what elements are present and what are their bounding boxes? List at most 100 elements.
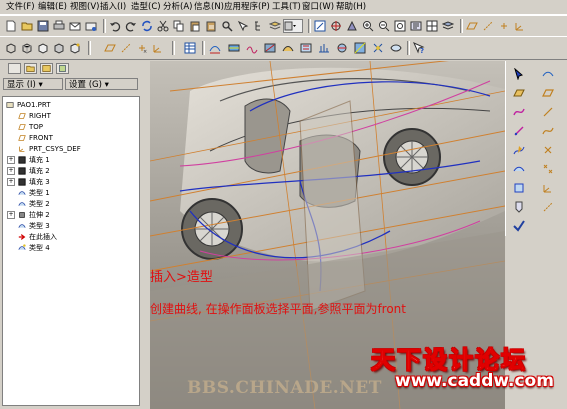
style-toolbar-left bbox=[505, 61, 533, 236]
analysis-7-icon[interactable] bbox=[317, 41, 331, 55]
find-icon[interactable] bbox=[220, 19, 234, 33]
datum-axis-display-icon[interactable] bbox=[481, 19, 495, 33]
copy-icon[interactable] bbox=[172, 19, 186, 33]
mail-icon[interactable] bbox=[68, 19, 82, 33]
paste-icon[interactable] bbox=[188, 19, 202, 33]
layers-toggle-icon[interactable] bbox=[441, 19, 455, 33]
refit-icon[interactable] bbox=[393, 19, 407, 33]
menu-applications[interactable]: 应用程序(P) bbox=[224, 1, 270, 13]
paste-special-icon[interactable] bbox=[204, 19, 218, 33]
svg-text:?: ? bbox=[420, 47, 424, 54]
expand-plus-icon[interactable]: + bbox=[7, 178, 15, 186]
regenerate-icon[interactable] bbox=[140, 19, 154, 33]
fill-icon bbox=[18, 178, 26, 186]
analysis-3-icon[interactable] bbox=[245, 41, 259, 55]
expand-plus-icon[interactable]: + bbox=[7, 167, 15, 175]
connections-tab-icon[interactable] bbox=[56, 63, 69, 74]
shading-icon[interactable] bbox=[52, 41, 66, 55]
csys-tool-icon[interactable] bbox=[541, 181, 555, 195]
csys-toggle-icon[interactable] bbox=[151, 41, 165, 55]
redo-icon[interactable] bbox=[124, 19, 138, 33]
line-tool-icon[interactable] bbox=[541, 105, 555, 119]
analysis-2-icon[interactable] bbox=[227, 41, 241, 55]
csys-icon bbox=[18, 145, 26, 153]
favorites-tab-icon[interactable] bbox=[40, 63, 53, 74]
analysis-5-icon[interactable] bbox=[281, 41, 295, 55]
model-tree-icon[interactable] bbox=[252, 19, 266, 33]
plane-tool-icon[interactable] bbox=[541, 86, 555, 100]
select-filter-icon[interactable] bbox=[236, 19, 250, 33]
menu-edit[interactable]: 编辑(E) bbox=[38, 1, 67, 13]
menu-help[interactable]: 帮助(H) bbox=[336, 1, 366, 13]
menu-tools[interactable]: 工具(T) bbox=[272, 1, 301, 13]
connect-surface-icon[interactable] bbox=[512, 181, 526, 195]
zoom-out-icon[interactable] bbox=[377, 19, 391, 33]
menu-shape[interactable]: 造型(C) bbox=[131, 1, 161, 13]
select-arrow-icon[interactable] bbox=[512, 67, 526, 81]
undo-icon[interactable] bbox=[108, 19, 122, 33]
analysis-10-icon[interactable] bbox=[371, 41, 385, 55]
print-icon[interactable] bbox=[52, 19, 66, 33]
saved-views-icon[interactable] bbox=[425, 19, 439, 33]
edit-curve-icon[interactable] bbox=[512, 143, 526, 157]
analysis-11-icon[interactable] bbox=[389, 41, 403, 55]
orient-icon[interactable] bbox=[345, 19, 359, 33]
menu-insert[interactable]: 插入(I) bbox=[100, 1, 126, 13]
settings-dropdown[interactable]: 设置 (G) ▾ bbox=[65, 78, 138, 90]
open-file-icon[interactable] bbox=[20, 19, 34, 33]
datum-planes-toggle-icon[interactable] bbox=[103, 41, 117, 55]
datum-axes-toggle-icon[interactable] bbox=[119, 41, 133, 55]
analysis-1-icon[interactable] bbox=[208, 41, 222, 55]
expand-plus-icon[interactable]: + bbox=[7, 156, 15, 164]
zoom-in-icon[interactable] bbox=[361, 19, 375, 33]
table-icon[interactable] bbox=[183, 41, 197, 55]
new-file-icon[interactable] bbox=[4, 19, 18, 33]
menu-file[interactable]: 文件(F) bbox=[6, 1, 35, 13]
menu-analysis[interactable]: 分析(A) bbox=[163, 1, 192, 13]
done-checkmark-icon[interactable] bbox=[512, 219, 526, 233]
no-hidden-icon[interactable] bbox=[36, 41, 50, 55]
model-tree-tab-icon[interactable] bbox=[8, 63, 21, 74]
active-plane-icon[interactable] bbox=[512, 86, 526, 100]
save-icon[interactable] bbox=[36, 19, 50, 33]
menu-info[interactable]: 信息(N) bbox=[194, 1, 224, 13]
cut-icon[interactable] bbox=[156, 19, 170, 33]
tree-item-label: 拉伸 2 bbox=[29, 211, 50, 219]
expand-plus-icon[interactable]: + bbox=[7, 211, 15, 219]
analysis-8-icon[interactable] bbox=[335, 41, 349, 55]
menu-window[interactable]: 窗口(W) bbox=[302, 1, 334, 13]
surface-icon[interactable] bbox=[512, 162, 526, 176]
circle-curve-icon[interactable] bbox=[512, 124, 526, 138]
context-help-icon[interactable]: ? bbox=[412, 41, 426, 55]
point-tool-icon[interactable] bbox=[541, 143, 555, 157]
spin-center-icon[interactable] bbox=[329, 19, 343, 33]
view-manager-icon[interactable] bbox=[409, 19, 423, 33]
multi-point-icon[interactable] bbox=[541, 162, 555, 176]
view-mode-dropdown[interactable] bbox=[283, 19, 303, 33]
part-icon bbox=[6, 101, 14, 109]
datum-point-display-icon[interactable] bbox=[497, 19, 511, 33]
analysis-9-icon[interactable] bbox=[353, 41, 367, 55]
tree-item-label: 类型 1 bbox=[29, 189, 50, 197]
create-curve-icon[interactable] bbox=[512, 105, 526, 119]
enhanced-realism-icon[interactable] bbox=[68, 41, 82, 55]
hidden-line-icon[interactable] bbox=[20, 41, 34, 55]
curve-tool-icon[interactable] bbox=[541, 124, 555, 138]
folder-browser-tab-icon[interactable] bbox=[24, 63, 37, 74]
show-dropdown[interactable]: 显示 (I) ▾ bbox=[3, 78, 63, 90]
layer-icon[interactable] bbox=[268, 19, 282, 33]
points-toggle-icon[interactable]: × bbox=[135, 41, 149, 55]
curve-analysis-icon[interactable] bbox=[541, 67, 555, 81]
tree-item-label: TOP bbox=[29, 123, 44, 131]
datum-plane-display-icon[interactable] bbox=[465, 19, 479, 33]
analysis-6-icon[interactable] bbox=[299, 41, 313, 55]
repaint-icon[interactable] bbox=[313, 19, 327, 33]
analysis-4-icon[interactable] bbox=[263, 41, 277, 55]
trim-surface-icon[interactable] bbox=[512, 200, 526, 214]
wireframe-icon[interactable] bbox=[4, 41, 18, 55]
menu-view[interactable]: 视图(V) bbox=[70, 1, 99, 13]
email-attach-icon[interactable] bbox=[84, 19, 98, 33]
axis-tool-icon[interactable] bbox=[541, 200, 555, 214]
model-tree[interactable]: PAO1.PRT RIGHT TOP FRONT PRT_CSYS_DEF + 填充 1 + 填… bbox=[2, 96, 140, 406]
csys-display-icon[interactable] bbox=[513, 19, 527, 33]
